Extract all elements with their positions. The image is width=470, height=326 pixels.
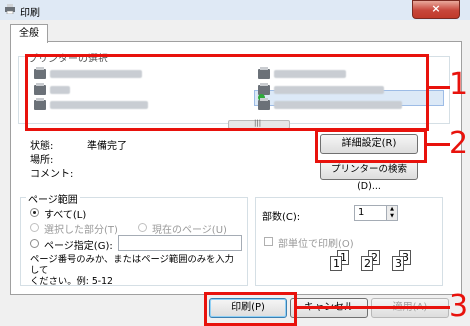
pages-input[interactable] — [118, 235, 242, 251]
spin-up-icon[interactable]: ▲ — [386, 206, 397, 213]
close-button[interactable]: × — [412, 0, 460, 19]
close-icon: × — [431, 2, 441, 15]
printer-icon — [4, 4, 16, 15]
status-label: 状態: — [30, 141, 54, 152]
callout-line-3 — [294, 306, 450, 309]
location-label: 場所: — [30, 155, 54, 166]
radio-all[interactable] — [30, 208, 39, 217]
page-icon: 2 — [361, 256, 373, 271]
collate-label: 部単位で印刷(O) — [278, 239, 354, 250]
spin-down-icon[interactable]: ▼ — [386, 213, 397, 220]
callout-line-1 — [426, 86, 450, 89]
copies-value: 1 — [358, 207, 365, 218]
tab-general[interactable]: 全般 — [10, 24, 48, 43]
callout-line-2 — [424, 143, 450, 146]
callout-box-3 — [204, 292, 297, 326]
radio-selection-label: 選択した部分(T) — [44, 225, 118, 236]
callout-number-3: 3 — [449, 289, 469, 324]
collate-checkbox[interactable] — [264, 237, 273, 246]
title-bar — [0, 0, 470, 20]
callout-box-1 — [25, 54, 429, 131]
status-value: 準備完了 — [87, 141, 127, 152]
page-icon: 1 — [330, 256, 342, 271]
radio-current-page-label: 現在のページ(U) — [152, 225, 227, 236]
callout-number-1: 1 — [449, 67, 469, 102]
radio-selection[interactable] — [30, 223, 39, 232]
find-printer-button[interactable]: プリンターの検索(D)... — [320, 160, 418, 192]
radio-pages-label: ページ指定(G): — [44, 241, 113, 252]
callout-number-2: 2 — [449, 126, 469, 161]
tab-general-label: 全般 — [19, 28, 39, 39]
callout-box-2 — [315, 129, 427, 163]
collate-illustration: 1 1 2 2 3 3 — [330, 250, 430, 280]
page-range-hint: ページ番号のみか、またはページ範囲のみを入力して ください。例: 5-12 — [30, 254, 234, 287]
window-title: 印刷 — [20, 8, 40, 19]
comment-label: コメント: — [30, 169, 74, 180]
copies-label: 部数(C): — [262, 212, 301, 223]
radio-all-label: すべて(L) — [44, 210, 87, 221]
page-range-label: ページ範囲 — [26, 191, 80, 206]
page-icon: 3 — [392, 256, 404, 271]
radio-current-page[interactable] — [138, 223, 147, 232]
radio-pages[interactable] — [30, 239, 39, 248]
copies-stepper[interactable]: 1 ▲ ▼ — [354, 205, 398, 221]
